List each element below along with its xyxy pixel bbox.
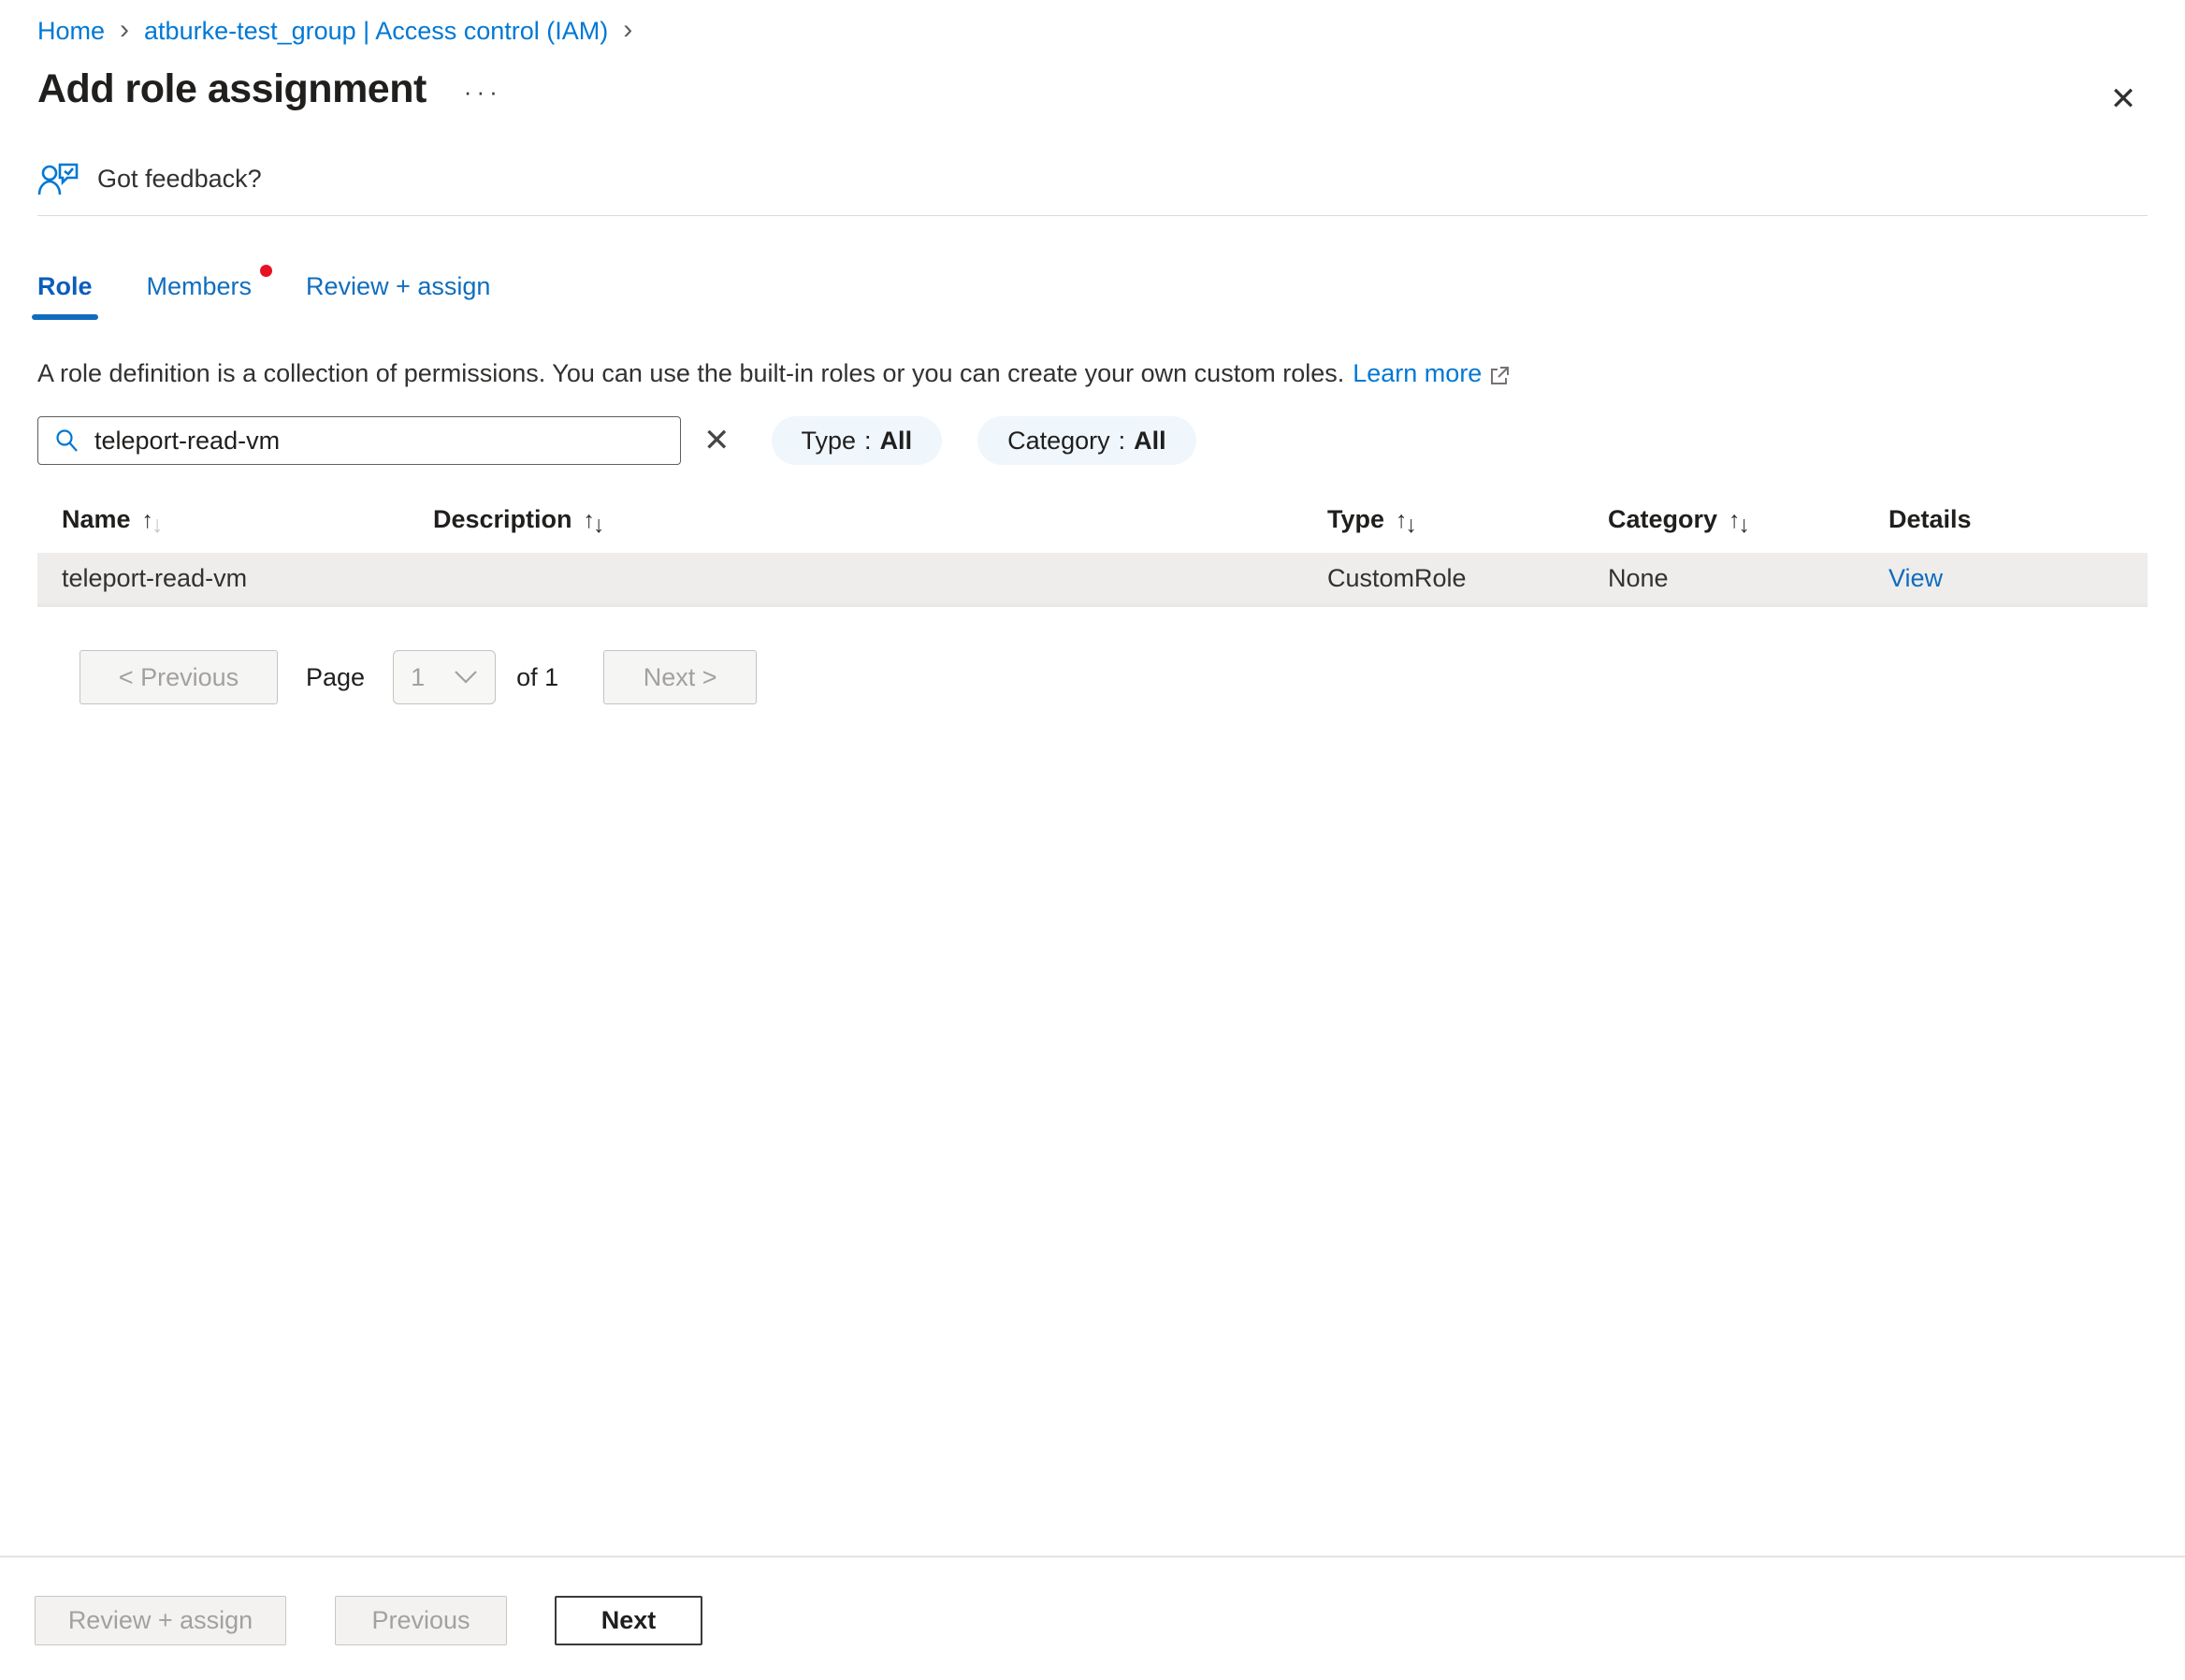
column-details-label: Details: [1888, 505, 1972, 533]
close-button[interactable]: ✕: [2103, 79, 2144, 120]
filter-category-separator: :: [1119, 427, 1126, 456]
learn-more-link[interactable]: Learn more: [1353, 359, 1482, 388]
filter-pill-category[interactable]: Category : All: [977, 416, 1196, 465]
filter-category-label: Category: [1007, 427, 1110, 456]
sort-desc-icon: ↓: [1739, 512, 1749, 538]
feedback-icon: [37, 161, 79, 196]
table-header-row: Name↑↓ Description↑↓ Type↑↓ Category↑↓ D…: [37, 495, 2148, 543]
footer-action-bar: Review + assign Previous Next: [0, 1556, 2185, 1680]
view-details-link[interactable]: View: [1888, 564, 1943, 592]
close-icon: ✕: [2110, 80, 2137, 118]
tab-members-label: Members: [147, 272, 253, 300]
page-count-label: of 1: [516, 663, 558, 692]
tab-bar: Role Members Review + assign: [37, 272, 2148, 320]
cell-type: CustomRole: [1327, 564, 1608, 593]
page-select-value: 1: [411, 663, 425, 692]
feedback-label: Got feedback?: [97, 165, 262, 194]
tab-review-assign[interactable]: Review + assign: [306, 272, 490, 320]
column-description-label: Description: [433, 505, 572, 533]
external-link-icon: [1489, 366, 1510, 386]
sort-asc-icon: ↑: [1729, 507, 1739, 533]
search-filter-row: ✕ Type : All Category : All: [37, 416, 2148, 465]
page-select[interactable]: 1: [393, 650, 496, 704]
next-page-button[interactable]: Next >: [603, 650, 757, 704]
filter-type-value: All: [880, 427, 913, 456]
search-input[interactable]: [94, 427, 665, 456]
page-title: Add role assignment: [37, 66, 427, 112]
footer-previous-button[interactable]: Previous: [335, 1596, 507, 1645]
cell-name: teleport-read-vm: [62, 564, 433, 593]
role-description-text: A role definition is a collection of per…: [37, 359, 1344, 388]
search-icon: [53, 427, 80, 454]
chevron-right-icon: ›: [608, 16, 647, 44]
feedback-button[interactable]: Got feedback?: [37, 161, 262, 196]
add-role-assignment-panel: Home › atburke-test_group | Access contr…: [0, 0, 2185, 704]
roles-table: Name↑↓ Description↑↓ Type↑↓ Category↑↓ D…: [37, 495, 2148, 607]
tab-review-assign-label: Review + assign: [306, 272, 490, 300]
breadcrumb-link-access-control[interactable]: atburke-test_group | Access control (IAM…: [144, 17, 608, 46]
header-divider: [37, 215, 2148, 216]
previous-page-button[interactable]: < Previous: [80, 650, 278, 704]
cell-category: None: [1608, 564, 1888, 593]
chevron-right-icon: ›: [105, 16, 144, 44]
tab-role-label: Role: [37, 272, 93, 300]
column-header-category[interactable]: Category↑↓: [1608, 505, 1888, 534]
column-category-label: Category: [1608, 505, 1717, 533]
tab-role[interactable]: Role: [37, 272, 93, 320]
breadcrumb-link-home[interactable]: Home: [37, 17, 105, 46]
review-assign-button[interactable]: Review + assign: [35, 1596, 286, 1645]
column-header-name[interactable]: Name↑↓: [62, 505, 433, 534]
chevron-down-icon: [454, 670, 478, 685]
tab-members[interactable]: Members: [147, 272, 253, 320]
column-name-label: Name: [62, 505, 131, 533]
role-description: A role definition is a collection of per…: [37, 359, 2148, 388]
filter-type-separator: :: [864, 427, 872, 456]
sort-asc-icon: ↑: [142, 507, 152, 533]
filter-category-value: All: [1134, 427, 1166, 456]
breadcrumb: Home › atburke-test_group | Access contr…: [37, 0, 2148, 46]
column-header-description[interactable]: Description↑↓: [433, 505, 1327, 534]
footer-next-button[interactable]: Next: [555, 1596, 702, 1645]
sort-desc-icon: ↓: [593, 512, 603, 538]
filter-type-label: Type: [802, 427, 857, 456]
search-box: [37, 416, 681, 465]
column-header-details: Details: [1888, 505, 2148, 534]
pagination: < Previous Page 1 of 1 Next >: [80, 650, 2148, 704]
sort-desc-icon: ↓: [152, 512, 162, 538]
sort-asc-icon: ↑: [1396, 507, 1406, 533]
page-label: Page: [306, 663, 365, 692]
column-type-label: Type: [1327, 505, 1384, 533]
sort-desc-icon: ↓: [1406, 512, 1416, 538]
column-header-type[interactable]: Type↑↓: [1327, 505, 1608, 534]
filter-pill-type[interactable]: Type : All: [772, 416, 943, 465]
sort-asc-icon: ↑: [584, 507, 594, 533]
title-row: Add role assignment ···: [37, 66, 2148, 112]
members-alert-dot: [260, 265, 272, 277]
more-options-button[interactable]: ···: [464, 76, 502, 104]
clear-search-button[interactable]: ✕: [703, 425, 731, 456]
table-row[interactable]: teleport-read-vm CustomRole None View: [37, 553, 2148, 607]
